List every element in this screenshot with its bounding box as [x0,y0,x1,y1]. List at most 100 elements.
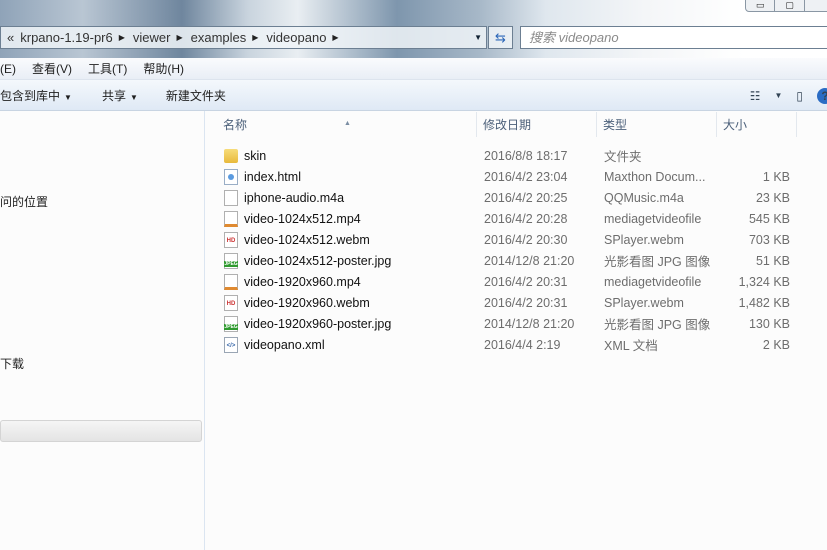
breadcrumb-videopano[interactable]: videopano [266,30,326,45]
file-size: 1,324 KB [738,274,790,289]
file-name: videopano.xml [244,337,325,352]
preview-pane-icon[interactable]: ▯ [796,89,803,103]
jpg-file-icon [224,252,238,269]
window-controls: ▭ ▢ [745,0,827,12]
file-date: 2014/12/8 21:20 [484,253,575,268]
share-button[interactable]: 共享 ▼ [102,87,138,104]
file-type: QQMusic.m4a [604,190,684,205]
menu-view[interactable]: 查看(V) [32,60,72,77]
column-header-type[interactable]: 类型 [597,112,717,137]
include-in-library-button[interactable]: 包含到库中 ▼ [0,87,72,104]
nav-group-header[interactable] [0,420,202,442]
overflow-chevron[interactable]: « [7,30,14,45]
file-list: skin 2016/8/8 18:17 文件夹 index.html 2016/… [206,145,827,355]
column-name-label: 名称 [223,118,248,132]
file-date: 2016/4/2 20:31 [484,274,568,289]
file-type: mediagetvideofile [604,211,702,226]
file-name-cell: index.html [206,168,477,185]
file-type: Maxthon Docum... [604,169,706,184]
menu-edit[interactable]: (E) [0,62,16,76]
file-type: XML 文档 [604,339,658,353]
file-row[interactable]: </> videopano.xml 2016/4/4 2:19 XML 文档 2 … [206,334,827,355]
mp4-file-icon [224,210,238,227]
share-label: 共享 [101,88,126,103]
file-type: 光影看图 JPG 图像 [604,318,711,332]
webm-file-icon: HD [224,231,238,248]
file-date: 2016/4/4 2:19 [484,337,561,352]
file-row[interactable]: skin 2016/8/8 18:17 文件夹 [206,145,827,166]
file-row[interactable]: HD video-1920x960.webm 2016/4/2 20:31 SPl… [206,292,827,313]
file-name: iphone-audio.m4a [244,190,345,205]
file-date: 2016/4/2 20:25 [484,190,568,205]
file-name: video-1024x512-poster.jpg [244,253,392,268]
new-folder-button[interactable]: 新建文件夹 [166,87,226,104]
file-name: video-1920x960.webm [244,295,370,310]
file-name-cell: iphone-audio.m4a [206,189,477,206]
column-header-name[interactable]: ▲ 名称 [206,112,477,137]
file-row[interactable]: video-1024x512-poster.jpg 2014/12/8 21:2… [206,250,827,271]
menu-tools[interactable]: 工具(T) [88,60,127,77]
file-name: video-1024x512.mp4 [244,211,361,226]
breadcrumb-examples[interactable]: examples [191,30,247,45]
file-size: 545 KB [748,211,790,226]
minimize-button[interactable]: ▭ [746,0,776,11]
view-options-icon[interactable]: ☷ [750,89,761,103]
menu-bar: (E) 查看(V) 工具(T) 帮助(H) [0,58,827,80]
breadcrumb-krpano[interactable]: krpano-1.19-pr6 [20,30,113,45]
breadcrumb-arrow-icon[interactable]: ▶ [176,33,182,42]
include-in-library-label: 包含到库中 [0,88,61,103]
command-bar: 包含到库中▼ 共享▼ 新建文件夹 ☷ ▼ ▯ ? [0,80,827,111]
breadcrumb-arrow-icon[interactable]: ▶ [252,33,258,42]
folder-file-icon [224,148,238,163]
nav-item-recent-places[interactable]: 问的位置 [0,193,48,210]
dropdown-arrow-icon: ▼ [64,92,72,102]
file-size: 703 KB [748,232,790,247]
blank-file-icon [224,189,238,206]
navigation-pane: 问的位置 下载 [0,111,205,550]
file-row[interactable]: video-1024x512.mp4 2016/4/2 20:28 mediag… [206,208,827,229]
close-button[interactable] [805,0,827,11]
file-row[interactable]: HD video-1024x512.webm 2016/4/2 20:30 SPl… [206,229,827,250]
dropdown-arrow-icon: ▼ [129,92,138,102]
file-name: skin [244,148,267,163]
file-size: 1,482 KB [738,295,790,310]
file-row[interactable]: video-1920x960-poster.jpg 2014/12/8 21:2… [206,313,827,334]
webm-file-icon: HD [224,294,238,311]
file-date: 2016/4/2 20:31 [484,295,568,310]
file-type: mediagetvideofile [604,274,702,289]
file-type: SPlayer.webm [604,232,684,247]
address-bar[interactable]: « krpano-1.19-pr6 ▶ viewer ▶ examples ▶ vid… [0,26,487,49]
maximize-button[interactable]: ▢ [775,0,805,11]
menu-help[interactable]: 帮助(H) [143,60,184,77]
file-size: 130 KB [748,316,790,331]
file-name-cell: video-1920x960.mp4 [206,273,477,290]
file-name-cell: video-1920x960-poster.jpg [206,315,477,332]
file-type: 光影看图 JPG 图像 [604,255,711,269]
file-row[interactable]: iphone-audio.m4a 2016/4/2 20:25 QQMusic.… [206,187,827,208]
breadcrumb-arrow-icon[interactable]: ▶ [332,33,338,42]
file-row[interactable]: video-1920x960.mp4 2016/4/2 20:31 mediag… [206,271,827,292]
nav-item-downloads[interactable]: 下载 [0,355,24,372]
address-dropdown-icon[interactable]: ▼ [474,33,482,42]
sort-arrow-icon: ▲ [344,120,351,127]
view-dropdown-icon[interactable]: ▼ [774,91,782,100]
breadcrumb-arrow-icon[interactable]: ▶ [119,33,125,42]
file-row[interactable]: index.html 2016/4/2 23:04 Maxthon Docum.… [206,166,827,187]
help-icon[interactable]: ? [817,87,827,104]
column-header-date[interactable]: 修改日期 [477,112,597,137]
column-header-size[interactable]: 大小 [717,112,797,137]
file-size: 51 KB [755,253,790,268]
file-name: video-1920x960-poster.jpg [244,316,392,331]
file-size: 2 KB [762,337,790,352]
file-name-cell: video-1024x512-poster.jpg [206,252,477,269]
file-name: video-1024x512.webm [244,232,370,247]
breadcrumb-viewer[interactable]: viewer [133,30,171,45]
file-type: 文件夹 [604,150,642,164]
search-input[interactable]: 搜索 videopano [520,26,827,49]
file-date: 2016/4/2 23:04 [484,169,568,184]
file-date: 2014/12/8 21:20 [484,316,575,331]
refresh-button[interactable]: ⇆ [488,26,513,49]
mp4-file-icon [224,273,238,290]
file-name-cell: skin [206,148,477,163]
file-type: SPlayer.webm [604,295,684,310]
